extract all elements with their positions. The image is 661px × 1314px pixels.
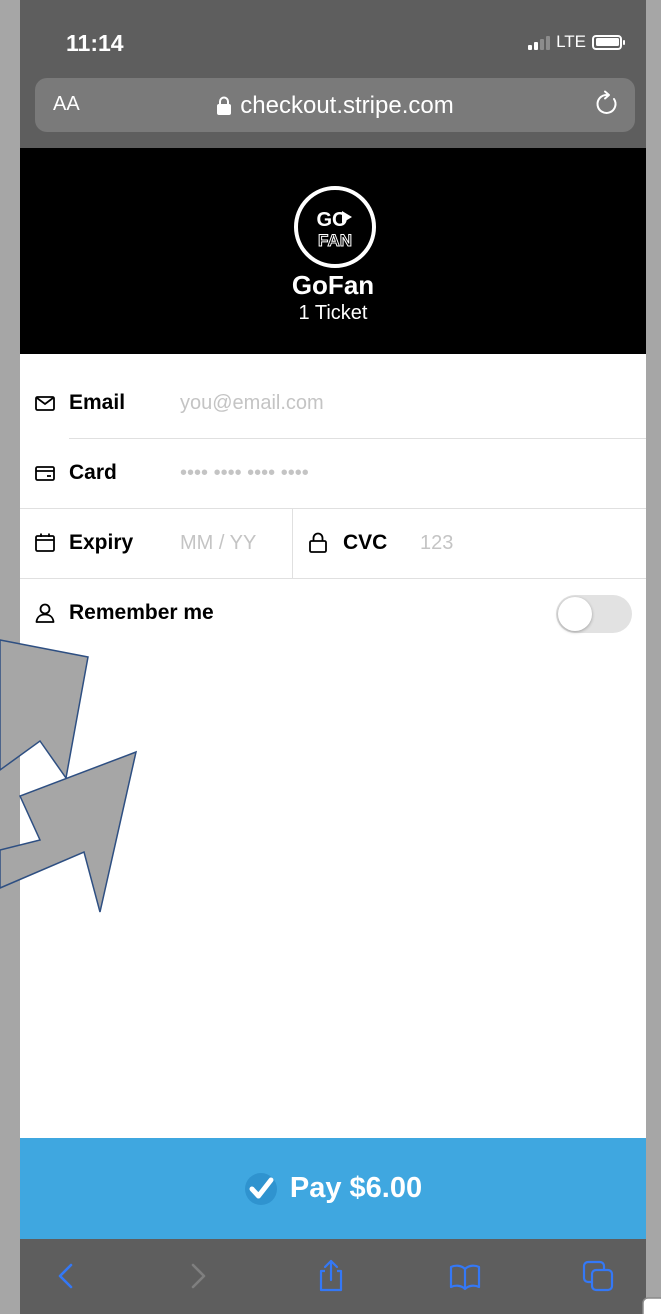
credit-card-icon xyxy=(35,466,55,481)
forward-icon[interactable] xyxy=(180,1259,214,1293)
share-icon[interactable] xyxy=(314,1259,348,1293)
email-row[interactable]: Email you@email.com xyxy=(20,368,646,438)
svg-text:FAN: FAN xyxy=(318,231,352,250)
checkmark-icon xyxy=(244,1172,277,1205)
email-field[interactable]: you@email.com xyxy=(180,392,324,415)
card-row[interactable]: Card •••• •••• •••• •••• xyxy=(20,438,646,508)
status-time: 11:14 xyxy=(66,30,124,56)
checkout-header: GO FAN GoFan 1 Ticket xyxy=(20,148,646,354)
back-icon[interactable] xyxy=(50,1259,84,1293)
phone-screen: 11:14 LTE AA checkout.stripe.com GO FAN … xyxy=(20,0,646,1314)
address-bar[interactable]: AA checkout.stripe.com xyxy=(35,78,635,132)
bookmarks-icon[interactable] xyxy=(448,1259,482,1293)
remember-me-label: Remember me xyxy=(69,601,214,624)
order-description: 1 Ticket xyxy=(298,302,368,324)
browser-address-area: AA checkout.stripe.com xyxy=(20,78,646,148)
battery-icon xyxy=(592,34,625,50)
browser-toolbar xyxy=(20,1239,646,1314)
email-label: Email xyxy=(69,391,126,414)
status-indicators: LTE xyxy=(528,32,625,52)
pay-button[interactable]: Pay $6.00 xyxy=(20,1138,646,1239)
merchant-name: GoFan xyxy=(291,270,375,300)
cvc-label: CVC xyxy=(343,531,388,554)
reload-icon[interactable] xyxy=(593,90,621,118)
expiry-label: Expiry xyxy=(69,531,134,554)
pay-button-label: Pay $6.00 xyxy=(289,1172,423,1204)
padlock-icon xyxy=(309,532,327,553)
card-label: Card xyxy=(69,461,117,484)
expiry-field[interactable]: MM / YY xyxy=(180,532,256,555)
gofan-logo: GO FAN xyxy=(294,186,376,268)
tabs-icon[interactable] xyxy=(581,1259,615,1293)
person-icon xyxy=(35,603,55,623)
calendar-icon xyxy=(35,533,55,552)
url-text: checkout.stripe.com xyxy=(240,92,454,119)
signal-icon xyxy=(528,34,551,50)
network-type: LTE xyxy=(556,32,586,51)
status-bar: 11:14 LTE xyxy=(20,0,646,78)
remember-me-row: Remember me xyxy=(20,578,646,648)
lock-icon xyxy=(217,96,232,115)
card-number-field[interactable]: •••• •••• •••• •••• xyxy=(180,462,309,485)
toggle-knob xyxy=(558,597,592,631)
url-display[interactable]: checkout.stripe.com xyxy=(35,92,635,120)
remember-me-toggle[interactable] xyxy=(556,595,632,633)
field-separator xyxy=(292,508,293,578)
cvc-field[interactable]: 123 xyxy=(420,532,453,555)
envelope-icon xyxy=(35,396,55,411)
expiry-row[interactable]: Expiry MM / YY xyxy=(20,508,292,578)
